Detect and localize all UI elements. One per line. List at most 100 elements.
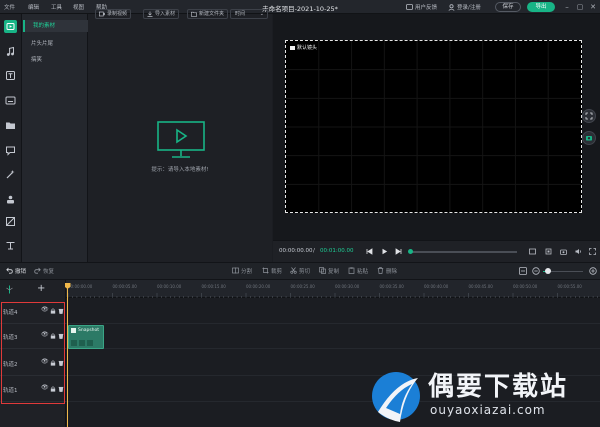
timeline-clip[interactable]: Snapshot: [68, 325, 104, 349]
redo-icon: [34, 267, 41, 274]
canvas-label-text: 默认镜头: [297, 45, 318, 51]
ruler-tick-label: 00:00:45.00: [468, 284, 493, 289]
split-button[interactable]: 分割: [232, 267, 252, 275]
menu-file[interactable]: 文件: [4, 3, 15, 11]
menu-edit[interactable]: 编辑: [28, 3, 39, 11]
track-row-4[interactable]: [66, 300, 600, 324]
playback-progress-track[interactable]: [409, 251, 517, 253]
music-icon[interactable]: [4, 45, 17, 58]
media-icon[interactable]: [4, 20, 17, 33]
login-link[interactable]: 登录/注册: [457, 3, 481, 11]
ruler-tick-label: 00:00:10.00: [157, 284, 182, 289]
ruler-tick-label: 00:00:30.00: [335, 284, 360, 289]
zoom-out-icon[interactable]: [532, 267, 540, 275]
play-icon[interactable]: [381, 248, 388, 255]
split-label: 分割: [241, 269, 253, 275]
redo-label: 恢复: [43, 269, 55, 275]
zoom-slider-handle[interactable]: [545, 268, 551, 274]
filter-icon[interactable]: [4, 215, 17, 228]
transition-icon[interactable]: [4, 239, 17, 252]
ruler-tick-label: 00:00:35.00: [379, 284, 404, 289]
crop-icon: [262, 267, 269, 274]
preview-canvas[interactable]: 默认镜头: [285, 40, 582, 213]
current-time: 00:00:00.00: [279, 248, 313, 254]
comment-icon[interactable]: [4, 144, 17, 157]
clip-label: Snapshot: [78, 328, 100, 333]
paste-icon: [348, 267, 355, 274]
ruler-tick-label: 00:00:25.00: [290, 284, 315, 289]
redo-button[interactable]: 恢复: [34, 267, 54, 275]
minimize-icon[interactable]: –: [562, 2, 572, 12]
copy-button[interactable]: 复制: [319, 267, 339, 275]
image-icon: [71, 328, 76, 333]
paste-label: 粘贴: [357, 269, 369, 275]
delete-label: 删除: [386, 269, 398, 275]
camera-icon: [290, 45, 295, 50]
feedback-link[interactable]: 用户反馈: [415, 3, 437, 11]
user-icon: [448, 4, 455, 11]
folder-icon[interactable]: [4, 119, 17, 132]
ruler-tick-label: 00:00:00.00: [68, 284, 93, 289]
menu-tools[interactable]: 工具: [51, 3, 62, 11]
close-icon[interactable]: ✕: [588, 2, 598, 12]
import-media-button[interactable]: 导入素材: [143, 9, 180, 19]
crop-button[interactable]: 裁剪: [262, 267, 282, 275]
scissors-icon: [290, 267, 297, 274]
add-track-icon[interactable]: +: [37, 283, 45, 294]
effects-icon[interactable]: [4, 168, 17, 181]
clip-thumb-3: [87, 340, 93, 346]
playhead[interactable]: [67, 283, 68, 427]
zoom-in-icon[interactable]: [589, 267, 597, 275]
prev-frame-icon[interactable]: [366, 248, 373, 255]
magnet-snap-icon[interactable]: [5, 285, 14, 294]
export-button[interactable]: 导出: [527, 2, 555, 12]
ruler-tick-label: 00:00:05.00: [112, 284, 137, 289]
feedback-icon: [406, 4, 413, 10]
trash-icon: [377, 267, 384, 274]
import-media-label: 导入素材: [155, 11, 176, 17]
copy-label: 复制: [328, 269, 340, 275]
library-sidebar: [22, 14, 88, 262]
menu-view[interactable]: 视图: [73, 3, 84, 11]
ruler-tick-label: 00:00:55.00: [557, 284, 582, 289]
zoom-fit-icon[interactable]: [519, 267, 527, 275]
ruler-tick-label: 00:00:20.00: [246, 284, 271, 289]
record-video-label: 录制视频: [107, 11, 128, 17]
undo-icon: [6, 267, 13, 274]
crop-view-icon[interactable]: [545, 248, 552, 255]
camera-capture-icon[interactable]: [560, 248, 567, 255]
subtitle-icon[interactable]: [4, 94, 17, 107]
ruler-tick-label: 00:00:15.00: [201, 284, 226, 289]
paste-button[interactable]: 粘贴: [348, 267, 368, 275]
cut-label: 剪切: [299, 269, 311, 275]
new-folder-button[interactable]: 新建文件夹: [187, 9, 229, 19]
aspect-ratio-icon[interactable]: [529, 248, 536, 255]
copy-icon: [319, 267, 326, 274]
sort-value: 时间: [235, 11, 246, 17]
save-button[interactable]: 保存: [495, 2, 521, 12]
fullscreen-fit-button[interactable]: [582, 109, 596, 123]
library-item-funny[interactable]: 搞笑: [23, 54, 88, 66]
sort-select[interactable]: 时间 ⌄: [230, 9, 268, 19]
record-icon: [99, 11, 105, 17]
track-row-3[interactable]: [66, 325, 600, 349]
sticker-icon[interactable]: [4, 193, 17, 206]
text-icon[interactable]: [4, 69, 17, 82]
library-item-my-media[interactable]: 我的素材: [23, 20, 88, 32]
cut-button[interactable]: 剪切: [290, 267, 310, 275]
undo-button[interactable]: 撤销: [6, 267, 26, 275]
record-video-button[interactable]: 录制视频: [95, 9, 132, 19]
playback-progress-handle[interactable]: [408, 249, 413, 254]
volume-icon[interactable]: [575, 248, 582, 255]
ruler-tick-label: 00:00:50.00: [513, 284, 538, 289]
crop-label: 裁剪: [271, 269, 283, 275]
snapshot-button[interactable]: [582, 131, 596, 145]
next-frame-icon[interactable]: [395, 248, 402, 255]
new-folder-label: 新建文件夹: [199, 11, 225, 17]
delete-button[interactable]: 删除: [377, 267, 397, 275]
library-item-intro-outro[interactable]: 片头片尾: [23, 38, 88, 50]
fullscreen-icon[interactable]: [589, 248, 596, 255]
empty-media-monitor-icon: [157, 121, 205, 158]
maximize-icon[interactable]: ▢: [575, 2, 585, 12]
watermark-url: ouyaoxiazai.com: [430, 403, 546, 417]
